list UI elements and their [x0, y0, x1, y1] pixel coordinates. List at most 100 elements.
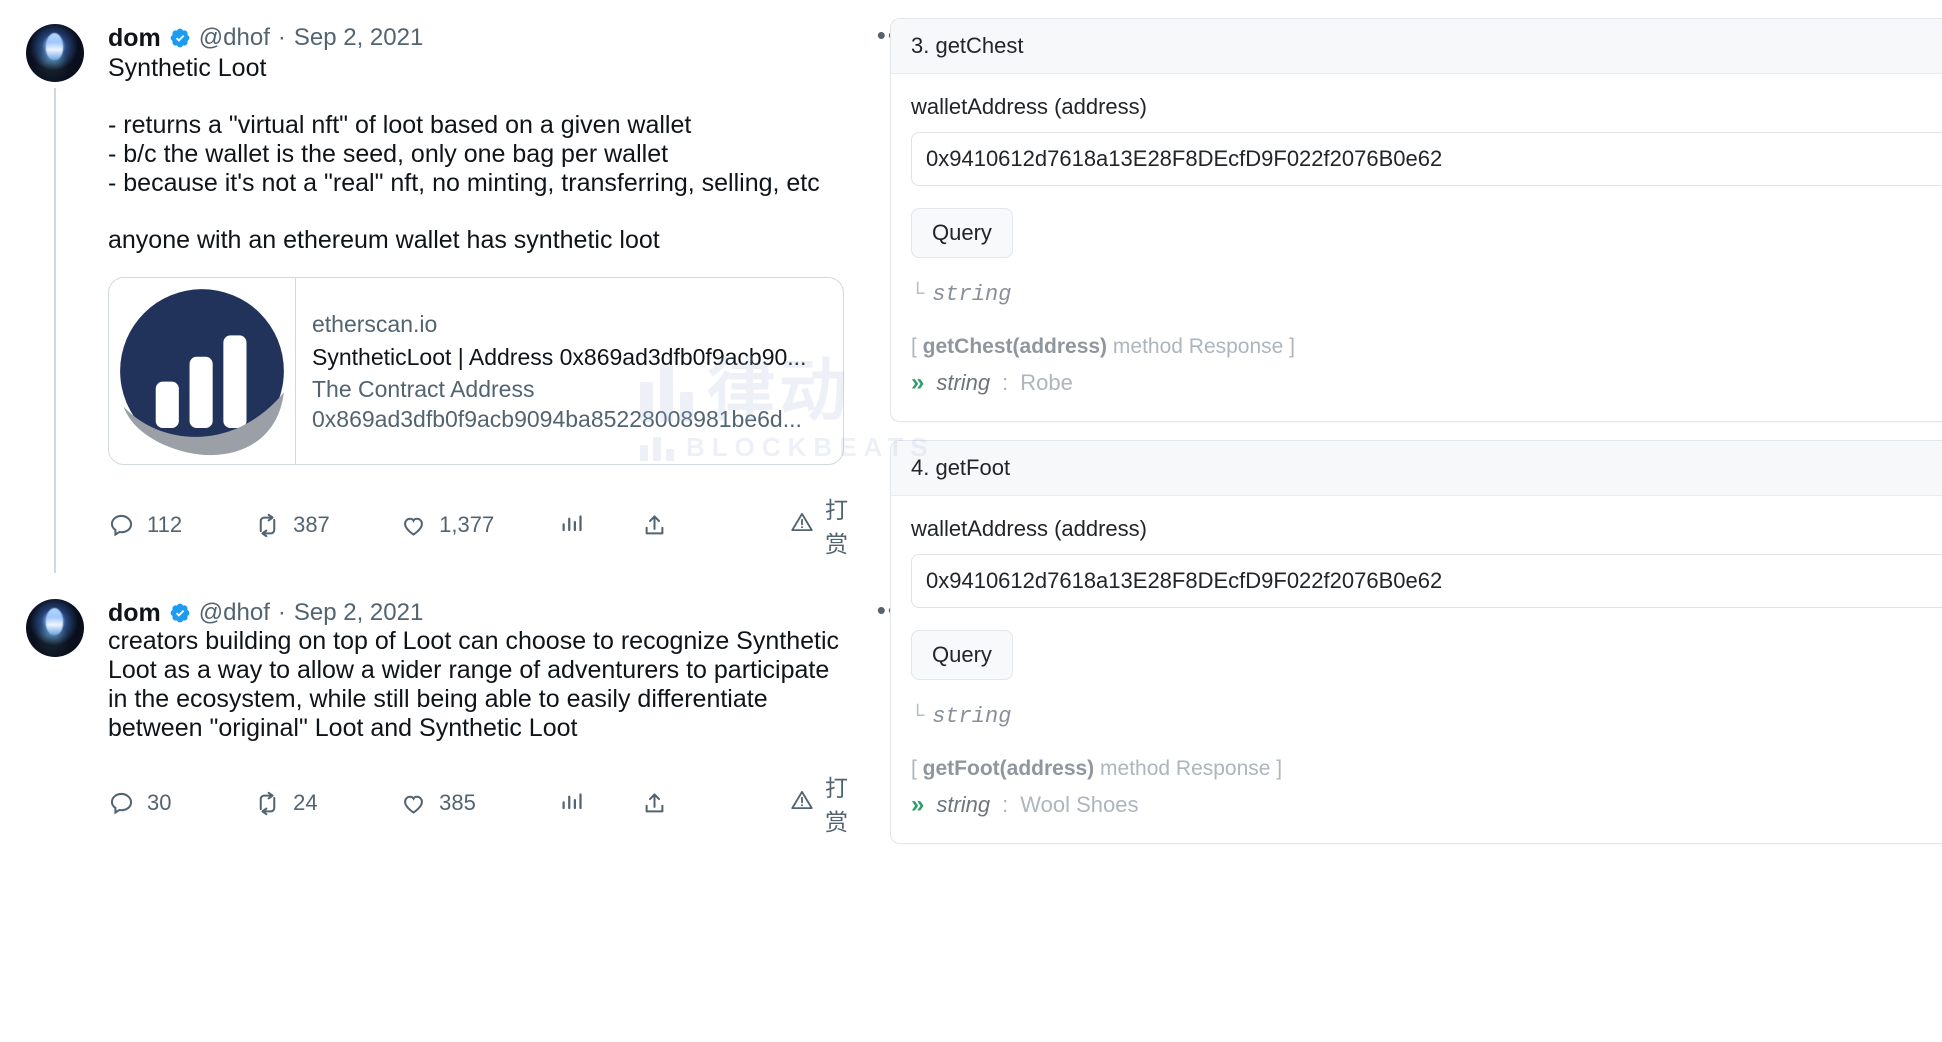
tweet-date[interactable]: Sep 2, 2021 [294, 599, 423, 627]
param-label: walletAddress (address) [911, 94, 1147, 119]
method-header[interactable]: 3. getChest [891, 19, 1942, 74]
wallet-address-input[interactable]: 0x9410612d7618a13E28F8DEcfD9F022f2076B0e… [911, 132, 1942, 186]
tip-button[interactable]: 打赏 [789, 491, 870, 559]
tweet-body: dom @dhof · Sep 2, 2021 ••• creators bui… [98, 597, 908, 837]
handle[interactable]: @dhof [199, 24, 270, 52]
tweet-text-body: creators building on top of Loot can cho… [108, 627, 846, 742]
like-count: 385 [439, 790, 476, 815]
avatar[interactable] [26, 24, 84, 82]
tweet-body: dom @dhof · Sep 2, 2021 ••• Synthetic Lo… [98, 22, 908, 559]
link-card-desc-2: 0x869ad3dfb0f9acb9094ba85228008981be6d..… [312, 406, 802, 432]
response-header-rest: method Response ] [1107, 335, 1296, 358]
response-type: string [936, 370, 991, 395]
views-bar-chart-icon [558, 512, 585, 539]
method-header[interactable]: 4. getFoot [891, 441, 1942, 496]
reply-button[interactable]: 112 [108, 512, 254, 539]
tweet-date[interactable]: Sep 2, 2021 [294, 24, 423, 52]
response-value: Wool Shoes [1020, 792, 1139, 817]
like-count: 1,377 [439, 512, 495, 537]
like-icon [400, 790, 427, 817]
like-button[interactable]: 385 [400, 790, 558, 817]
response-header-open: [ [911, 757, 923, 780]
param-label: walletAddress (address) [911, 516, 1147, 541]
views-bar-chart-icon [558, 790, 585, 817]
retweet-button[interactable]: 387 [254, 512, 400, 539]
retweet-count: 24 [293, 790, 318, 815]
response-value: Robe [1020, 370, 1073, 395]
reply-icon [108, 790, 135, 817]
link-card-info: etherscan.io SyntheticLoot | Address 0x8… [296, 278, 822, 464]
return-type: string [932, 704, 1012, 729]
link-card-title: SyntheticLoot | Address 0x869ad3dfb0f9ac… [312, 344, 807, 370]
tree-corner-icon: └ [911, 704, 925, 729]
query-button[interactable]: Query [911, 630, 1013, 680]
tweet-header: dom @dhof · Sep 2, 2021 ••• [108, 597, 908, 627]
reply-button[interactable]: 30 [108, 790, 254, 817]
avatar-column [26, 24, 98, 573]
return-type-row: └ string [911, 282, 1942, 307]
tweet-1: dom @dhof · Sep 2, 2021 ••• Synthetic Lo… [0, 22, 908, 573]
like-icon [400, 512, 427, 539]
display-name[interactable]: dom [108, 599, 161, 627]
response-header-rest: method Response ] [1094, 757, 1283, 780]
share-button[interactable] [641, 512, 789, 539]
twitter-thread: dom @dhof · Sep 2, 2021 ••• Synthetic Lo… [0, 0, 928, 1042]
query-button[interactable]: Query [911, 208, 1013, 258]
views-button[interactable] [558, 512, 641, 539]
tip-warning-icon [789, 509, 815, 541]
method-body: walletAddress (address) 0x9410612d7618a1… [891, 74, 1942, 421]
response-header: [ getChest(address) method Response ] [911, 335, 1942, 359]
wallet-address-input[interactable]: 0x9410612d7618a13E28F8DEcfD9F022f2076B0e… [911, 554, 1942, 608]
link-card-desc-1: The Contract Address [312, 376, 535, 402]
share-upload-icon [641, 512, 668, 539]
tip-label: 打赏 [825, 775, 849, 835]
response-header-method: getFoot(address) [922, 757, 1095, 780]
tree-corner-icon: └ [911, 282, 925, 307]
retweet-icon [254, 512, 281, 539]
response-header: [ getFoot(address) method Response ] [911, 757, 1942, 781]
share-button[interactable] [641, 790, 789, 817]
response-value-row: » string : Wool Shoes [911, 791, 1942, 819]
response-header-method: getChest(address) [922, 335, 1108, 358]
like-button[interactable]: 1,377 [400, 512, 558, 539]
views-button[interactable] [558, 790, 641, 817]
tip-label: 打赏 [825, 497, 849, 557]
reply-count: 30 [147, 790, 172, 815]
tweet-text-bullets: - returns a "virtual nft" of loot based … [108, 111, 820, 197]
response-header-open: [ [911, 335, 923, 358]
tip-warning-icon [789, 787, 815, 819]
avatar-column [26, 599, 98, 837]
display-name[interactable]: dom [108, 24, 161, 52]
tweet-header: dom @dhof · Sep 2, 2021 ••• [108, 22, 908, 52]
response-colon: : [1002, 792, 1009, 817]
return-type: string [932, 282, 1012, 307]
reply-icon [108, 512, 135, 539]
tip-button[interactable]: 打赏 [789, 769, 870, 837]
separator-dot: · [277, 24, 286, 51]
link-preview-card[interactable]: etherscan.io SyntheticLoot | Address 0x8… [108, 277, 844, 465]
double-chevron-right-icon: » [911, 791, 925, 818]
retweet-count: 387 [293, 512, 330, 537]
separator-dot: · [277, 599, 286, 626]
contract-read-panel: 3. getChest walletAddress (address) 0x94… [890, 0, 1942, 1042]
contract-method-card-getfoot: 4. getFoot walletAddress (address) 0x941… [890, 440, 1942, 844]
reply-count: 112 [147, 512, 183, 537]
thread-connector-line [54, 88, 56, 573]
etherscan-logo-icon [109, 278, 296, 464]
share-upload-icon [641, 790, 668, 817]
verified-badge-icon [169, 602, 191, 624]
double-chevron-right-icon: » [911, 369, 925, 396]
avatar[interactable] [26, 599, 84, 657]
link-card-domain: etherscan.io [312, 311, 438, 337]
response-colon: : [1002, 370, 1009, 395]
retweet-icon [254, 790, 281, 817]
tweet-actions-2: 30 24 385 打赏 [108, 769, 870, 837]
retweet-button[interactable]: 24 [254, 790, 400, 817]
tweet-2: dom @dhof · Sep 2, 2021 ••• creators bui… [0, 597, 908, 837]
handle[interactable]: @dhof [199, 599, 270, 627]
return-type-row: └ string [911, 704, 1942, 729]
tweet-text-closing: anyone with an ethereum wallet has synth… [108, 226, 660, 254]
tweet-actions-1: 112 387 1,377 打赏 [108, 491, 870, 559]
method-body: walletAddress (address) 0x9410612d7618a1… [891, 496, 1942, 843]
response-type: string [936, 792, 991, 817]
